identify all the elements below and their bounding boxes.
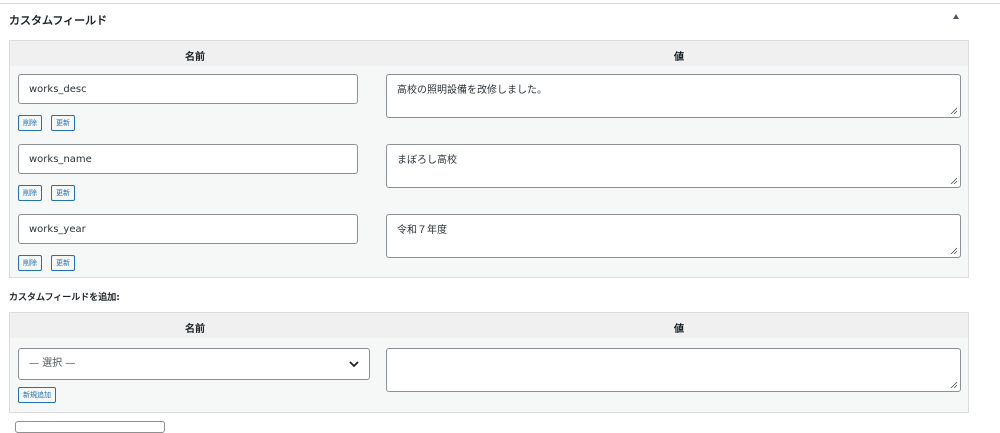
resize-grip-icon[interactable] [950,247,957,254]
panel-title: カスタムフィールド [9,14,108,27]
panel-top-border [0,3,1000,4]
triangle-up-icon[interactable] [953,14,959,19]
add-new-button[interactable]: 新規追加 [18,387,56,403]
custom-fields-panel: カスタムフィールド 名前 値 削除 更新 高校の照明設備を改修しました。 削除 … [0,0,1000,433]
meta-value-textarea[interactable]: 高校の照明設備を改修しました。 [386,74,961,118]
meta-value-text: 高校の照明設備を改修しました。 [397,85,547,96]
resize-grip-icon[interactable] [950,107,957,114]
delete-button[interactable]: 削除 [18,185,42,201]
new-meta-value-textarea[interactable] [386,348,961,392]
select-value: — 選択 — [29,358,76,369]
meta-key-input[interactable] [18,214,358,244]
meta-key-input[interactable] [18,74,358,104]
bottom-button-partial[interactable] [15,421,165,433]
table-row: 削除 更新 まぼろし高校 [10,136,968,206]
add-custom-field-table: 名前 値 — 選択 — 新規追加 [9,312,969,413]
table-header: 名前 値 [10,41,968,66]
resize-grip-icon[interactable] [950,177,957,184]
column-header-name: 名前 [185,324,205,335]
meta-value-textarea[interactable]: 令和７年度 [386,214,961,258]
update-button[interactable]: 更新 [51,185,75,201]
custom-fields-table: 名前 値 削除 更新 高校の照明設備を改修しました。 削除 更新 まぼろし高校 [9,40,969,278]
update-button[interactable]: 更新 [51,115,75,131]
meta-value-textarea[interactable]: まぼろし高校 [386,144,961,188]
update-button[interactable]: 更新 [51,255,75,271]
meta-value-text: 令和７年度 [397,225,447,236]
column-header-name: 名前 [185,52,205,63]
meta-key-select[interactable]: — 選択 — [18,348,370,380]
delete-button[interactable]: 削除 [18,255,42,271]
meta-value-text: まぼろし高校 [397,155,457,166]
delete-button[interactable]: 削除 [18,115,42,131]
table-row: 削除 更新 令和７年度 [10,206,968,276]
meta-key-input[interactable] [18,144,358,174]
column-header-value: 値 [674,324,684,335]
add-row: — 選択 — 新規追加 [10,341,968,411]
table-header: 名前 値 [10,313,968,338]
column-header-value: 値 [674,52,684,63]
add-custom-field-title: カスタムフィールドを追加: [9,293,120,303]
table-row: 削除 更新 高校の照明設備を改修しました。 [10,66,968,136]
chevron-down-icon [349,361,359,368]
resize-grip-icon[interactable] [950,381,957,388]
